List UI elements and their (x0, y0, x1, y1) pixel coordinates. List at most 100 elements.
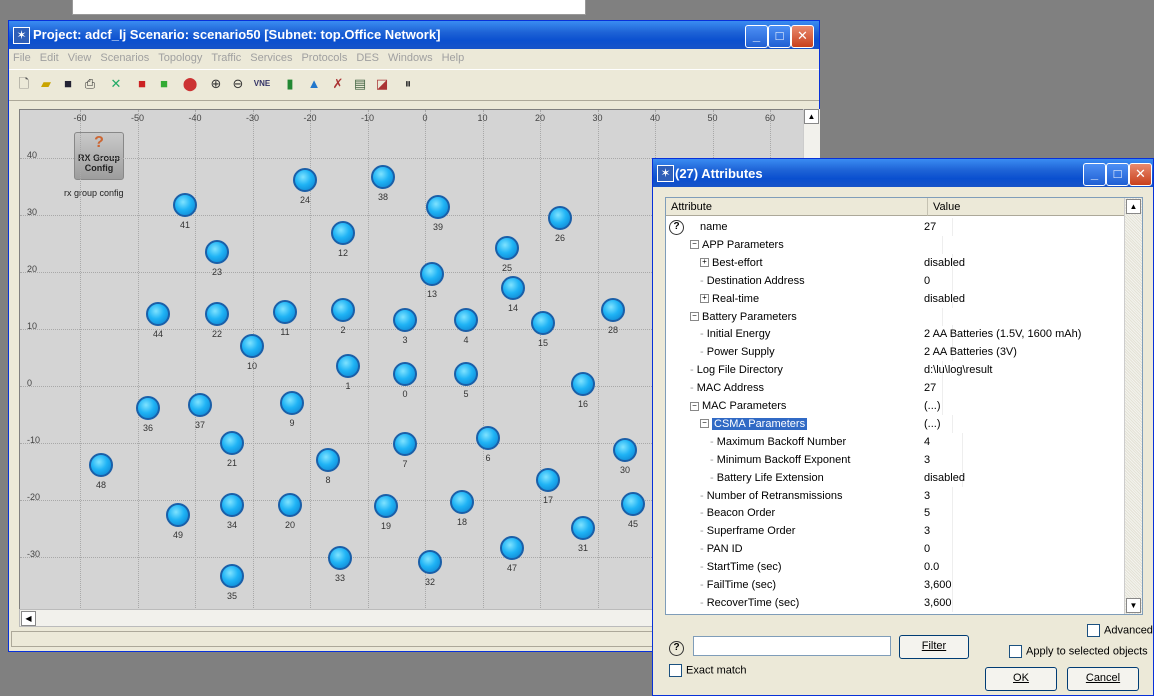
menu-windows[interactable]: Windows (384, 49, 438, 64)
attribute-value[interactable]: 2 AA Batteries (3V) (924, 343, 1017, 361)
network-node[interactable] (293, 168, 317, 192)
attribute-value[interactable]: 3,600 (924, 594, 952, 612)
ok-button[interactable]: OK (985, 667, 1057, 691)
network-node[interactable] (371, 165, 395, 189)
attribute-help-icon[interactable]: ? (669, 220, 684, 235)
network-node[interactable] (393, 308, 417, 332)
dialog-titlebar[interactable]: ✶ (27) Attributes _ □ ✕ (653, 159, 1153, 187)
network-node[interactable] (220, 564, 244, 588)
menu-edit[interactable]: Edit (36, 49, 64, 64)
attribute-row[interactable]: + Real-time disabled (666, 289, 1126, 308)
network-node[interactable] (393, 432, 417, 456)
network-node[interactable] (393, 362, 417, 386)
network-node[interactable] (613, 438, 637, 462)
column-header-value[interactable]: Value (928, 198, 1125, 216)
collapse-icon[interactable]: − (690, 312, 699, 322)
network-node[interactable] (240, 334, 264, 358)
attribute-value[interactable]: (...) (924, 397, 941, 415)
expand-icon[interactable]: + (700, 294, 709, 304)
network-node[interactable] (476, 426, 500, 450)
open-icon[interactable]: ▰ (37, 75, 55, 93)
attribute-value[interactable]: d:\lu\log\result (924, 361, 992, 379)
network-node[interactable] (336, 354, 360, 378)
network-node[interactable] (536, 468, 560, 492)
network-node[interactable] (331, 221, 355, 245)
network-node[interactable] (601, 298, 625, 322)
network-node[interactable] (278, 493, 302, 517)
network-node[interactable] (220, 431, 244, 455)
attribute-value[interactable]: disabled (924, 254, 965, 272)
network-node[interactable] (426, 195, 450, 219)
attribute-value[interactable]: 3 (924, 522, 930, 540)
dialog-maximize-button[interactable]: □ (1106, 163, 1129, 186)
node-palette-icon[interactable]: ✕ (107, 75, 125, 93)
attribute-value[interactable]: 27 (924, 218, 936, 236)
network-node[interactable] (374, 494, 398, 518)
attribute-value[interactable]: disabled (924, 290, 965, 308)
network-node[interactable] (280, 391, 304, 415)
attribute-row[interactable]: + Best-effort disabled (666, 253, 1126, 272)
network-node[interactable] (571, 372, 595, 396)
network-node[interactable] (173, 193, 197, 217)
attribute-row[interactable]: − CSMA Parameters (...) (666, 414, 1126, 433)
collapse-icon[interactable]: − (690, 401, 699, 411)
scroll-left-button[interactable]: ◀ (21, 611, 36, 626)
attribute-row[interactable]: - Maximum Backoff Number 4 (666, 432, 1126, 451)
menu-topology[interactable]: Topology (154, 49, 207, 64)
attribute-row[interactable]: ? name 27 (666, 218, 1126, 236)
attribute-row[interactable]: - RecoverTime (sec) 3,600 (666, 593, 1126, 612)
attribute-row[interactable]: - PAN ID 0 (666, 540, 1126, 559)
attribute-row[interactable]: - Destination Address 0 (666, 271, 1126, 290)
network-node[interactable] (418, 550, 442, 574)
network-node[interactable] (495, 236, 519, 260)
network-node[interactable] (328, 546, 352, 570)
report-icon[interactable]: ▤ (351, 75, 369, 93)
attribute-value[interactable]: disabled (924, 469, 965, 487)
attribute-row[interactable]: - MAC Address 27 (666, 379, 1126, 398)
attribute-value[interactable]: 3 (924, 451, 930, 469)
menu-help[interactable]: Help (438, 49, 470, 64)
network-node[interactable] (420, 262, 444, 286)
filter-button[interactable]: Filter (899, 635, 969, 659)
attribute-row[interactable]: − APP Parameters (666, 235, 1126, 254)
network-node[interactable] (331, 298, 355, 322)
attribute-value[interactable]: 0.0 (924, 558, 939, 576)
menu-services[interactable]: Services (246, 49, 297, 64)
network-node[interactable] (188, 393, 212, 417)
object2-icon[interactable]: ■ (155, 75, 173, 93)
project-titlebar[interactable]: ✶ Project: adcf_lj Scenario: scenario50 … (9, 21, 819, 49)
attribute-row[interactable]: - StartTime (sec) 0.0 (666, 558, 1126, 577)
network-node[interactable] (205, 302, 229, 326)
menu-des[interactable]: DES (352, 49, 384, 64)
menu-file[interactable]: File (9, 49, 36, 64)
attribute-row[interactable]: - Log File Directory d:\lu\log\result (666, 361, 1126, 380)
pause-icon[interactable]: ⏸ (399, 75, 417, 93)
attribute-value[interactable]: 5 (924, 504, 930, 522)
attribute-row[interactable]: − MAC Parameters (...) (666, 397, 1126, 415)
attribute-value[interactable]: 3 (924, 487, 930, 505)
network-node[interactable] (500, 536, 524, 560)
table-scrollbar[interactable]: ▲ ▼ (1124, 198, 1142, 614)
dialog-minimize-button[interactable]: _ (1083, 163, 1106, 186)
table-scroll-down[interactable]: ▼ (1126, 598, 1141, 613)
attribute-value[interactable]: 0 (924, 540, 930, 558)
network-node[interactable] (220, 493, 244, 517)
scroll-up-button[interactable]: ▲ (804, 109, 819, 124)
network-node[interactable] (454, 308, 478, 332)
network-node[interactable] (501, 276, 525, 300)
print-icon[interactable]: ⎙ (81, 75, 99, 93)
network-node[interactable] (316, 448, 340, 472)
rx-group-config-node[interactable]: ? RX Group Config (74, 132, 124, 180)
save-icon[interactable]: ■ (59, 75, 77, 93)
network-node[interactable] (450, 490, 474, 514)
advanced-checkbox[interactable]: Advanced (1087, 624, 1153, 637)
minimize-button[interactable]: _ (745, 25, 768, 48)
attribute-value[interactable]: 2 AA Batteries (1.5V, 1600 mAh) (924, 325, 1081, 343)
attribute-row[interactable]: - FailTime (sec) 3,600 (666, 576, 1126, 594)
failure-icon[interactable]: ⬤ (181, 75, 199, 93)
network-node[interactable] (136, 396, 160, 420)
network-node[interactable] (89, 453, 113, 477)
network-node[interactable] (454, 362, 478, 386)
attribute-value[interactable]: 3,600 (924, 576, 952, 594)
menu-traffic[interactable]: Traffic (207, 49, 246, 64)
